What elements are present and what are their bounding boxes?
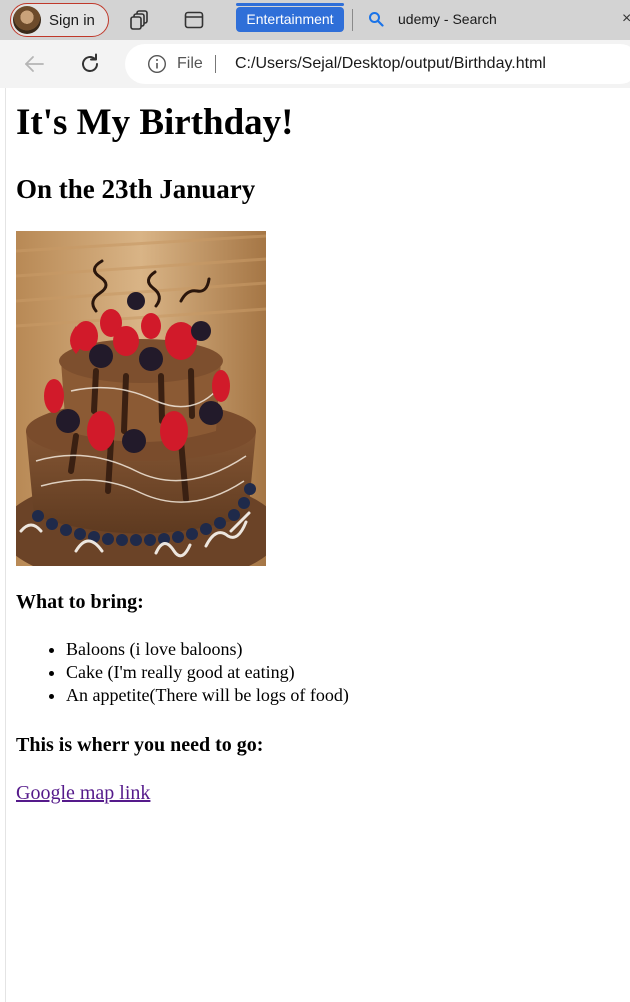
workspaces-icon[interactable] bbox=[129, 9, 151, 31]
page-subtitle: On the 23th January bbox=[16, 174, 256, 204]
address-separator bbox=[215, 55, 216, 73]
bring-list: Baloons (i love baloons) Cake (I'm reall… bbox=[16, 638, 349, 707]
url-text[interactable]: C:/Users/Sejal/Desktop/output/Birthday.h… bbox=[235, 55, 546, 73]
browser-toolbar: File C:/Users/Sejal/Desktop/output/Birth… bbox=[0, 40, 630, 88]
profile-button[interactable]: Sign in bbox=[10, 3, 109, 37]
address-bar[interactable]: File C:/Users/Sejal/Desktop/output/Birth… bbox=[125, 44, 630, 84]
tab-entertainment[interactable]: Entertainment bbox=[236, 3, 344, 32]
directions-heading: This is wherr you need to go: bbox=[16, 734, 264, 756]
tab-actions-icon[interactable] bbox=[183, 9, 205, 31]
back-arrow-icon[interactable] bbox=[22, 52, 46, 76]
page-title: It's My Birthday! bbox=[16, 102, 294, 143]
scheme-label: File bbox=[177, 55, 203, 72]
avatar bbox=[13, 6, 41, 34]
info-icon[interactable] bbox=[147, 54, 167, 74]
tab-udemy-search[interactable]: udemy - Search bbox=[398, 11, 497, 27]
cake-image bbox=[16, 231, 266, 566]
search-icon bbox=[369, 12, 384, 27]
list-item: An appetite(There will be logs of food) bbox=[66, 684, 349, 707]
reload-icon[interactable] bbox=[78, 52, 102, 76]
tab-strip: Sign in Entertainment udemy - Search × bbox=[0, 0, 630, 40]
tab-separator bbox=[352, 9, 353, 31]
list-item: Baloons (i love baloons) bbox=[66, 638, 349, 661]
google-map-link[interactable]: Google map link bbox=[16, 782, 150, 805]
sign-in-label: Sign in bbox=[49, 12, 95, 29]
list-item: Cake (I'm really good at eating) bbox=[66, 661, 349, 684]
close-tab-button[interactable]: × bbox=[622, 10, 630, 28]
what-to-bring-heading: What to bring: bbox=[16, 591, 144, 613]
page-content: It's My Birthday! On the 23th January Wh… bbox=[5, 88, 630, 1002]
